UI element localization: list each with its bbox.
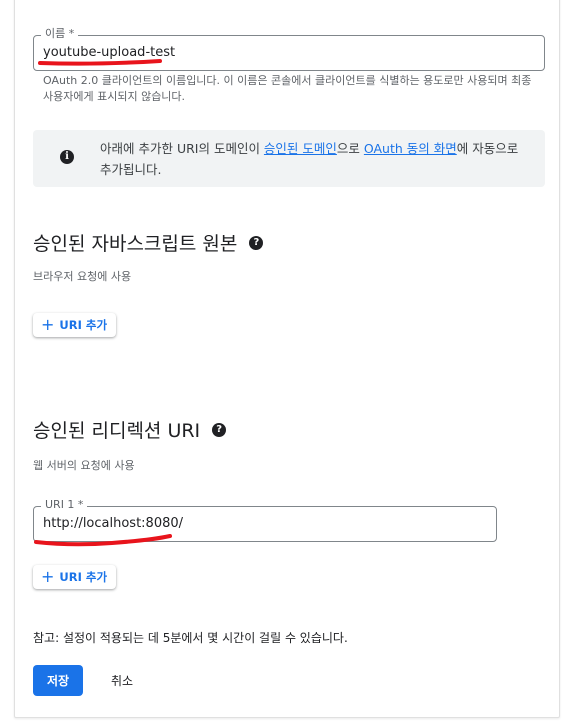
help-icon[interactable]: ? <box>249 235 264 250</box>
oauth-consent-screen-link[interactable]: OAuth 동의 화면 <box>364 141 457 156</box>
redirect-uris-title-text: 승인된 리디렉션 URI <box>33 420 201 442</box>
plus-icon: + <box>41 315 55 334</box>
name-field[interactable]: 이름 * youtube-upload-test <box>33 27 545 71</box>
add-uri-label: URI 추가 <box>59 318 108 332</box>
js-origins-title: 승인된 자바스크립트 원본? <box>33 229 264 256</box>
redirect-uri-field-label: URI 1 * <box>41 498 88 512</box>
add-uri-label: URI 추가 <box>59 570 108 584</box>
name-field-label: 이름 * <box>41 27 79 41</box>
redirect-uri-field-value[interactable]: http://localhost:8080/ <box>43 516 183 531</box>
redirect-uri-field[interactable]: URI 1 * http://localhost:8080/ <box>33 498 497 542</box>
info-banner: i 아래에 추가한 URI의 도메인이 승인된 도메인으로 OAuth 동의 화… <box>33 130 545 187</box>
info-banner-text: 아래에 추가한 URI의 도메인이 승인된 도메인으로 OAuth 동의 화면에… <box>100 138 530 180</box>
redirect-uris-description: 웹 서버의 요청에 사용 <box>33 459 135 472</box>
authorized-domains-link[interactable]: 승인된 도메인 <box>264 141 337 156</box>
settings-note: 참고: 설정이 적용되는 데 5분에서 몇 시간이 걸릴 수 있습니다. <box>33 631 348 645</box>
info-text-part: 아래에 추가한 URI의 도메인이 <box>100 141 264 156</box>
js-origins-description: 브라우저 요청에 사용 <box>33 270 132 283</box>
redirect-uris-title: 승인된 리디렉션 URI? <box>33 416 227 443</box>
cancel-button[interactable]: 취소 <box>97 665 147 696</box>
form-card <box>14 0 560 718</box>
name-field-helper: OAuth 2.0 클라이언트의 이름입니다. 이 이름은 콘솔에서 클라이언트… <box>43 74 532 103</box>
name-field-value[interactable]: youtube-upload-test <box>43 45 175 60</box>
info-text-part: 으로 <box>336 141 364 156</box>
js-origins-title-text: 승인된 자바스크립트 원본 <box>33 233 238 255</box>
help-icon[interactable]: ? <box>212 422 227 437</box>
add-js-origin-uri-button[interactable]: + URI 추가 <box>33 313 117 337</box>
info-icon: i <box>60 150 74 164</box>
save-button[interactable]: 저장 <box>33 665 83 696</box>
plus-icon: + <box>41 567 55 586</box>
add-redirect-uri-button[interactable]: + URI 추가 <box>33 565 117 589</box>
